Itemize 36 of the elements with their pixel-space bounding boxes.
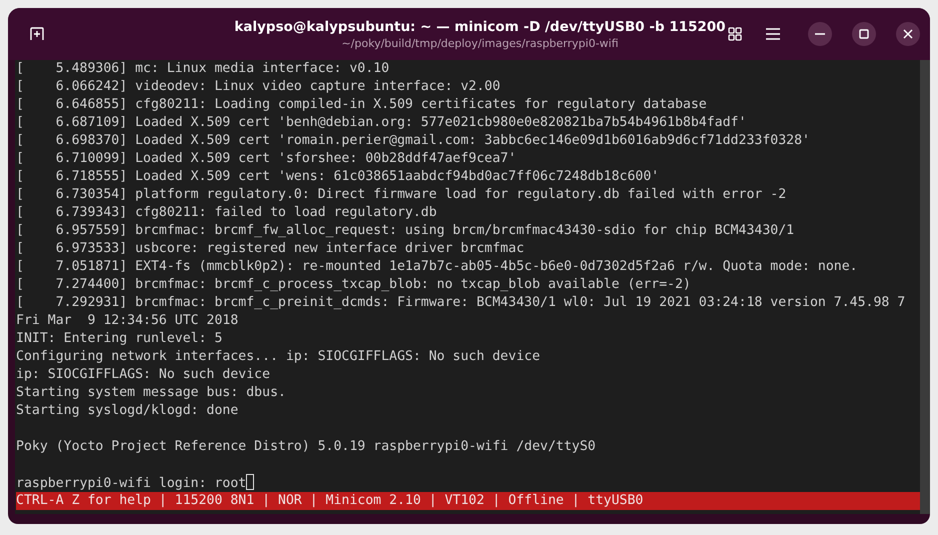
minimize-icon [815,33,825,35]
menu-icon [766,28,780,40]
minimize-button[interactable] [808,22,832,46]
terminal-line: [ 6.957559] brcmfmac: brcmf_fw_alloc_request: using brcm/brcmfmac43430-sdio for chip BCM43430/1 [16,223,794,238]
terminal-line: [ 7.051871] EXT4-fs (mmcblk0p2): re-mounted 1e1a7b7c-ab05-4b5c-b6e0-0d7302d5f2a6 r/w. Quota mode: none. [16,259,858,274]
terminal-line: [ 6.730354] platform regulatory.0: Direct firmware load for regulatory.db failed with error -2 [16,187,786,202]
terminal-line: [ 7.292931] brcmfmac: brcmf_c_preinit_dcmds: Firmware: BCM43430/1 wl0: Jul 19 2021 03:24:18 version 7.45.98 7 [16,295,906,310]
terminal-line: [ 6.973533] usbcore: registered new interface driver brcmfmac [16,241,524,256]
terminal-line: Fri Mar 9 12:34:56 UTC 2018 [16,313,238,328]
terminal-line: [ 5.489306] mc: Linux media interface: v0.10 [16,61,390,76]
new-tab-icon [30,27,44,41]
window-title: kalypso@kalypsubuntu: ~ — minicom -D /dev/ttyUSB0 -b 115200 [234,18,726,34]
maximize-icon [859,29,869,39]
terminal-line: [ 6.698370] Loaded X.509 cert 'romain.perier@gmail.com: 3abbc6ec146e09d1b6016ab9d6cf71dd233f0328' [16,133,810,148]
status-bar: CTRL-A Z for help | 115200 8N1 | NOR | Minicom 2.10 | VT102 | Offline | ttyUSB0 [16,492,920,510]
terminal-line: [ 6.687109] Loaded X.509 cert 'benh@debian.org: 577e021cb980e0e820821ba7b54b4961b8b4fadf' [16,115,746,130]
scrollbar[interactable] [920,60,930,514]
grid-icon [728,27,742,41]
terminal-line: [ 6.646855] cfg80211: Loading compiled-in X.509 certificates for regulatory database [16,97,707,112]
terminal-line: [ 6.718555] Loaded X.509 cert 'wens: 61c038651aabdcf94bd0ac7ff06c7248db18c600' [16,169,660,184]
login-prompt: raspberrypi0-wifi login: root [16,476,246,491]
terminal-line: ip: SIOCGIFFLAGS: No such device [16,367,270,382]
terminal-line: INIT: Entering runlevel: 5 [16,331,222,346]
text-cursor [246,474,254,490]
terminal-line: Starting syslogd/klogd: done [16,403,238,418]
terminal-line: [ 6.066242] videodev: Linux video capture interface: v2.00 [16,79,500,94]
terminal-line: Poky (Yocto Project Reference Distro) 5.0.19 raspberrypi0-wifi /dev/ttyS0 [16,439,596,454]
window-subtitle: ~/poky/build/tmp/deploy/images/raspberrypi0-wifi [342,36,618,50]
terminal-line: [ 7.274400] brcmfmac: brcmf_c_process_txcap_blob: no txcap_blob available (err=-2) [16,277,691,292]
close-button[interactable] [896,22,920,46]
terminal-line: Configuring network interfaces... ip: SIOCGIFFLAGS: No such device [16,349,540,364]
maximize-button[interactable] [852,22,876,46]
close-icon [903,29,913,39]
terminal-line: [ 6.739343] cfg80211: failed to load regulatory.db [16,205,437,220]
terminal-line: Starting system message bus: dbus. [16,385,286,400]
terminal-line: [ 6.710099] Loaded X.509 cert 'sforshee: 00b28ddf47aef9cea7' [16,151,516,166]
